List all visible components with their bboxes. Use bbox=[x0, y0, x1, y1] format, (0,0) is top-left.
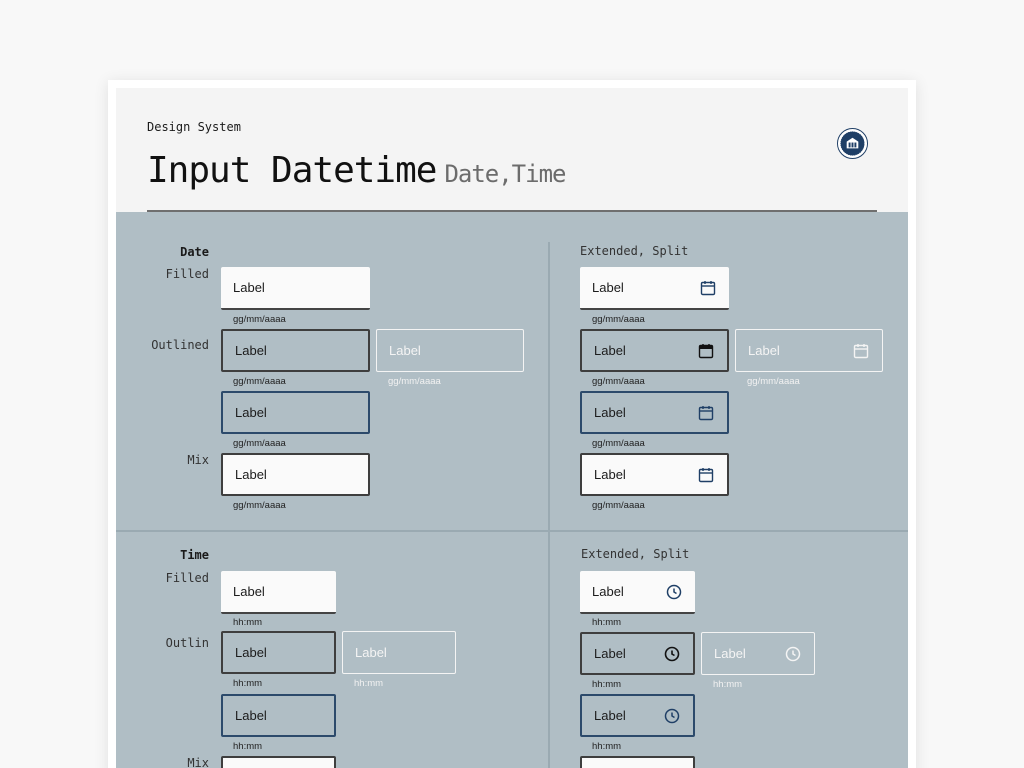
field-label: Label bbox=[592, 584, 624, 599]
column-divider-time bbox=[548, 532, 550, 768]
eyebrow-text: Design System bbox=[147, 120, 241, 134]
time-filled-label: Filled bbox=[165, 571, 209, 585]
time-helper-disabled: hh:mm bbox=[354, 678, 384, 689]
date-extended-mix-field[interactable]: Label bbox=[580, 453, 729, 496]
date-helper: gg/mm/aaaa bbox=[233, 500, 286, 511]
calendar-icon[interactable] bbox=[697, 342, 715, 360]
date-outlined-label: Outlined bbox=[151, 338, 209, 352]
title-sub: Date,Time bbox=[444, 160, 566, 188]
field-label: Label bbox=[355, 645, 387, 660]
time-extended-disabled-field: Label bbox=[701, 632, 815, 675]
field-label: Label bbox=[594, 708, 626, 723]
calendar-icon bbox=[852, 342, 870, 360]
seal-logo bbox=[837, 128, 868, 159]
page-title: Input Datetime Date,Time bbox=[147, 150, 566, 191]
time-filled-field[interactable]: Label bbox=[221, 571, 336, 614]
field-label: Label bbox=[233, 280, 265, 295]
time-extended-mix-field[interactable] bbox=[580, 756, 695, 768]
calendar-icon[interactable] bbox=[697, 404, 715, 422]
time-helper: hh:mm bbox=[592, 741, 622, 752]
field-label: Label bbox=[714, 646, 746, 661]
date-extended-title: Extended, Split bbox=[580, 244, 689, 258]
time-helper: hh:mm bbox=[233, 678, 263, 689]
clock-icon[interactable] bbox=[663, 645, 681, 663]
time-extended-title: Extended, Split bbox=[581, 547, 690, 561]
calendar-icon[interactable] bbox=[699, 279, 717, 297]
time-helper: hh:mm bbox=[592, 617, 622, 628]
time-helper: hh:mm bbox=[233, 617, 263, 628]
date-helper-disabled: gg/mm/aaaa bbox=[388, 376, 441, 387]
title-main: Input Datetime bbox=[147, 150, 437, 191]
date-outlined-focus-field[interactable]: Label bbox=[221, 391, 370, 434]
field-label: Label bbox=[594, 343, 626, 358]
date-extended-focus-field[interactable]: Label bbox=[580, 391, 729, 434]
date-mix-label: Mix bbox=[187, 453, 209, 467]
time-outlined-label: Outlin bbox=[165, 636, 209, 650]
date-helper: gg/mm/aaaa bbox=[592, 438, 645, 449]
date-outlined-disabled-field: Label bbox=[376, 329, 524, 372]
field-label: Label bbox=[235, 405, 267, 420]
date-filled-field[interactable]: Label bbox=[221, 267, 370, 310]
field-label: Label bbox=[235, 467, 267, 482]
time-outlined-field[interactable]: Label bbox=[221, 631, 336, 674]
date-outlined-field[interactable]: Label bbox=[221, 329, 370, 372]
field-label: Label bbox=[235, 645, 267, 660]
time-helper: hh:mm bbox=[592, 679, 622, 690]
field-label: Label bbox=[594, 646, 626, 661]
field-label: Label bbox=[594, 467, 626, 482]
time-outlined-focus-field[interactable]: Label bbox=[221, 694, 336, 737]
date-helper: gg/mm/aaaa bbox=[233, 438, 286, 449]
time-outlined-disabled-field: Label bbox=[342, 631, 456, 674]
date-helper: gg/mm/aaaa bbox=[592, 376, 645, 387]
date-helper-disabled: gg/mm/aaaa bbox=[747, 376, 800, 387]
clock-icon[interactable] bbox=[663, 707, 681, 725]
field-label: Label bbox=[748, 343, 780, 358]
time-helper-disabled: hh:mm bbox=[713, 679, 743, 690]
time-mix-field[interactable]: Label bbox=[221, 756, 336, 768]
time-helper: hh:mm bbox=[233, 741, 263, 752]
date-section-title: Date bbox=[180, 245, 209, 259]
section-divider bbox=[116, 530, 908, 532]
date-filled-label: Filled bbox=[165, 267, 209, 281]
date-helper: gg/mm/aaaa bbox=[592, 314, 645, 325]
time-section-title: Time bbox=[180, 548, 209, 562]
date-extended-outlined-field[interactable]: Label bbox=[580, 329, 729, 372]
date-extended-filled-field[interactable]: Label bbox=[580, 267, 729, 310]
date-helper: gg/mm/aaaa bbox=[233, 376, 286, 387]
field-label: Label bbox=[592, 280, 624, 295]
column-divider-date bbox=[548, 242, 550, 530]
time-extended-focus-field[interactable]: Label bbox=[580, 694, 695, 737]
date-extended-disabled-field: Label bbox=[735, 329, 883, 372]
field-label: Label bbox=[235, 708, 267, 723]
time-extended-outlined-field[interactable]: Label bbox=[580, 632, 695, 675]
clock-icon bbox=[784, 645, 802, 663]
calendar-icon[interactable] bbox=[697, 466, 715, 484]
date-helper: gg/mm/aaaa bbox=[592, 500, 645, 511]
field-label: Label bbox=[235, 343, 267, 358]
date-helper: gg/mm/aaaa bbox=[233, 314, 286, 325]
field-label: Label bbox=[594, 405, 626, 420]
clock-icon[interactable] bbox=[665, 583, 683, 601]
time-extended-filled-field[interactable]: Label bbox=[580, 571, 695, 614]
time-mix-label: Mix bbox=[187, 756, 209, 768]
field-label: Label bbox=[389, 343, 421, 358]
date-mix-field[interactable]: Label bbox=[221, 453, 370, 496]
field-label: Label bbox=[233, 584, 265, 599]
